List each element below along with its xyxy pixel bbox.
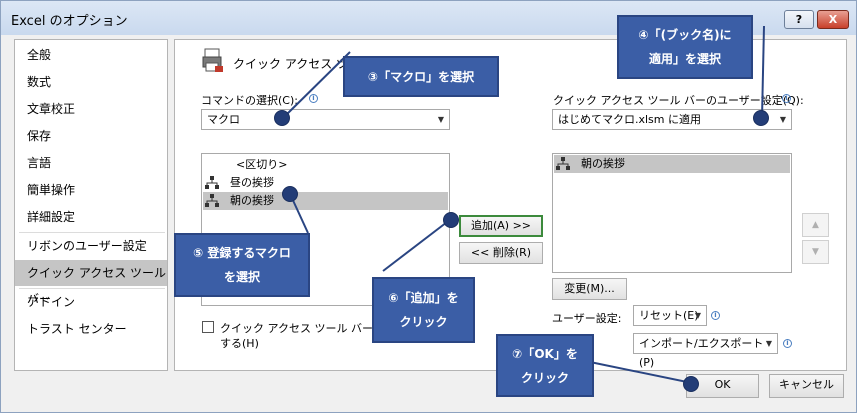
help-button[interactable]: ? [784,10,814,29]
window-title: Excel のオプション [11,14,128,29]
info-icon: i [309,94,318,103]
nav-item-quick-access-toolbar[interactable]: クイック アクセス ツール バー [15,260,167,306]
chevron-down-icon: ▼ [779,115,786,124]
info-icon: i [711,311,720,320]
show-below-ribbon-checkbox[interactable] [202,321,214,333]
nav-item-general[interactable]: 全般 [15,42,167,68]
add-button[interactable]: 追加(A) >> [459,215,543,237]
callout-step7: ⑦「OK」を クリック [496,334,594,397]
macro-icon [556,157,570,170]
qat-icon [202,48,223,72]
list-item[interactable]: 昼の挨拶 [203,174,448,192]
callout-marker [282,186,298,202]
info-icon: i [783,339,792,348]
import-export-dropdown[interactable]: インポート/エクスポート(P) ▼ [633,333,778,369]
nav-item-formulas[interactable]: 数式 [15,69,167,95]
list-item[interactable]: 朝の挨拶 [203,192,448,210]
nav-item-proofing[interactable]: 文章校正 [15,96,167,122]
close-button[interactable]: X [817,10,849,29]
nav-item-save[interactable]: 保存 [15,123,167,149]
reset-dropdown[interactable]: リセット(E) ▼ [633,305,707,326]
options-content: クイック アクセス ツール バー コマンドの選択(C): i マクロ ▼ クイッ… [174,39,847,371]
nav-item-customize-ribbon[interactable]: リボンのユーザー設定 [15,233,167,259]
callout-marker [683,376,699,392]
list-item[interactable]: <区切り> [203,156,448,174]
callout-marker [274,110,290,126]
nav-item-advanced[interactable]: 詳細設定 [15,204,167,230]
callout-step6: ⑥「追加」を クリック [372,277,475,343]
callout-step3: ③「マクロ」を選択 [343,56,499,97]
macro-icon [205,194,219,207]
customize-label: クイック アクセス ツール バーのユーザー設定(Q): [553,94,804,107]
nav-item-trust-center[interactable]: トラスト センター [15,316,167,342]
user-settings-label: ユーザー設定: [552,312,622,325]
macro-icon [205,176,219,189]
callout-step4: ④「(ブック名)に 適用」を選択 [617,15,753,79]
info-icon: i [782,94,791,103]
list-item[interactable]: 朝の挨拶 [554,155,790,173]
nav-item-ease-of-access[interactable]: 簡単操作 [15,177,167,203]
customize-value: はじめてマクロ.xlsm に適用 [558,113,702,126]
callout-marker [753,110,769,126]
chevron-down-icon: ▼ [437,115,444,124]
nav-item-language[interactable]: 言語 [15,150,167,176]
nav-item-add-ins[interactable]: アドイン [15,289,167,315]
remove-button[interactable]: << 削除(R) [459,242,543,264]
callout-step5: ⑤ 登録するマクロ を選択 [174,233,310,297]
modify-button[interactable]: 変更(M)... [552,278,627,300]
commands-label: コマンドの選択(C): [201,94,298,107]
move-up-button[interactable]: ▲ [802,213,829,237]
options-nav: 全般 数式 文章校正 保存 言語 簡単操作 詳細設定 リボンのユーザー設定 クイ… [14,39,168,371]
checkbox-label-line2: する(H) [220,337,259,350]
move-down-button[interactable]: ▼ [802,240,829,264]
toolbar-commands-list[interactable]: 朝の挨拶 [552,153,792,273]
chevron-down-icon: ▼ [694,311,701,320]
chevron-down-icon: ▼ [765,339,772,348]
commands-dropdown[interactable]: マクロ ▼ [201,109,450,130]
cancel-button[interactable]: キャンセル [769,374,844,398]
commands-value: マクロ [207,113,240,126]
callout-marker [443,212,459,228]
